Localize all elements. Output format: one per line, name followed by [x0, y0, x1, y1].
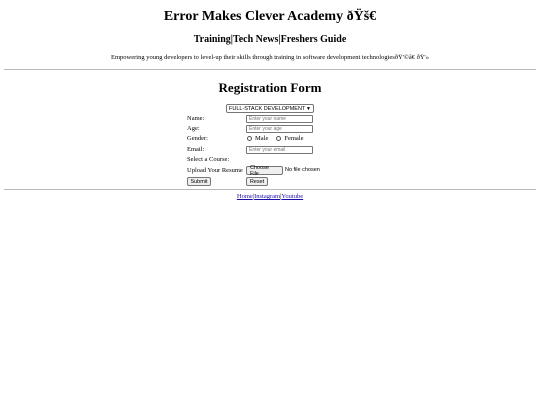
submit-button[interactable]: Submit	[187, 177, 211, 186]
gender-female-radio[interactable]	[276, 136, 282, 141]
nav-item-training[interactable]: Training	[194, 34, 231, 45]
course-label: Select a Course:	[187, 156, 230, 163]
footer-links: Home|Instagram|Youtube	[0, 193, 540, 200]
site-title: Error Makes Clever Academy ðŸš€	[163, 9, 377, 24]
footer-link-instagram[interactable]: Instagram	[254, 193, 280, 200]
footer-link-youtube[interactable]: Youtube	[281, 193, 303, 200]
divider	[4, 189, 536, 190]
reset-button[interactable]: Reset	[246, 177, 268, 186]
file-status: No file chosen	[285, 167, 320, 173]
resume-label: Upload Your Resume	[187, 167, 243, 174]
footer-link-home[interactable]: Home	[237, 193, 253, 200]
course-select[interactable]: FULL-STACK DEVELOPMENT ▼	[226, 104, 314, 113]
divider	[4, 69, 536, 70]
name-label: Name:	[187, 115, 205, 122]
form-title: Registration Form	[218, 80, 322, 95]
gender-radio-group: Male Female	[247, 135, 304, 142]
age-label: Age:	[187, 125, 200, 132]
gender-male-label: Male	[255, 135, 269, 142]
chevron-down-icon: ▼	[306, 105, 311, 112]
name-input[interactable]	[246, 115, 313, 123]
gender-female-label: Female	[284, 135, 304, 142]
email-label: Email:	[187, 146, 205, 153]
nav-item-freshers-guide[interactable]: Freshers Guide	[281, 34, 347, 45]
gender-label: Gender:	[187, 135, 208, 142]
email-input[interactable]	[246, 146, 313, 154]
tagline: Empowering young developers to level-up …	[111, 54, 429, 61]
age-input[interactable]	[246, 125, 313, 133]
nav-item-tech-news[interactable]: Tech News	[233, 34, 278, 45]
choose-file-button[interactable]: Choose File	[246, 165, 283, 177]
gender-male-radio[interactable]	[247, 136, 252, 141]
course-select-value: FULL-STACK DEVELOPMENT	[229, 105, 306, 112]
site-nav: Training|Tech News|Freshers Guide	[0, 34, 540, 45]
